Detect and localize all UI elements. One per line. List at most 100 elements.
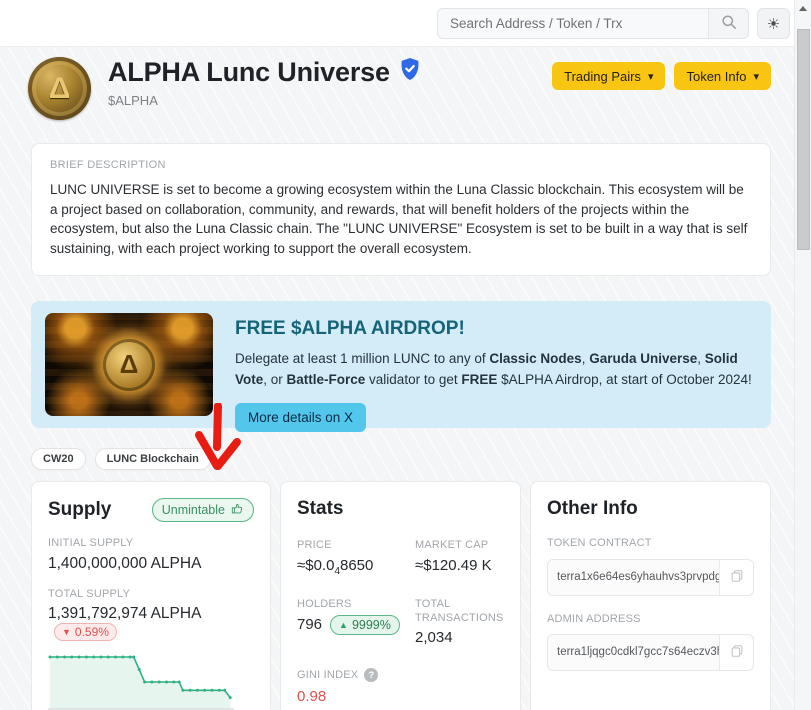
verified-shield-icon — [399, 57, 421, 88]
copy-admin-button[interactable] — [719, 634, 753, 670]
token-contract-value[interactable]: terra1x6e64es6yhauhvs3prvpdg2gk — [548, 560, 719, 595]
price-block: PRICE ≈$0.048650 — [297, 538, 407, 576]
description-text: LUNC UNIVERSE is set to become a growing… — [50, 182, 748, 256]
theme-toggle-button[interactable]: ☀ — [757, 8, 790, 39]
gini-value: 0.98 — [297, 688, 327, 706]
airdrop-text-segment: , — [697, 351, 705, 367]
other-info-card: Other Info TOKEN CONTRACT terra1x6e64es6… — [530, 481, 771, 710]
chevron-down-icon: ▾ — [647, 70, 654, 83]
search-input[interactable] — [438, 9, 708, 38]
token-contract-label: TOKEN CONTRACT — [547, 537, 652, 550]
admin-address-label: ADMIN ADDRESS — [547, 612, 641, 625]
token-logo: Δ — [28, 57, 91, 120]
admin-address-field: terra1ljqgc0cdkl7gcc7s64eczv3hrgg — [547, 633, 754, 671]
holders-number: 796 — [297, 615, 323, 633]
copy-icon — [730, 569, 744, 586]
chevron-down-icon: ▾ — [753, 70, 759, 83]
scrollbar-thumb[interactable] — [797, 29, 810, 250]
total-supply-number: 1,391,792,974 ALPHA — [48, 604, 202, 622]
initial-supply-value: 1,400,000,000 ALPHA — [48, 554, 202, 572]
price-label: PRICE — [297, 539, 332, 552]
page-scrollbar[interactable] — [794, 0, 811, 710]
trading-pairs-button[interactable]: Trading Pairs ▾ — [552, 62, 666, 90]
holders-change-badge: ▲ 9999% — [330, 614, 400, 635]
page-title: ALPHA Lunc Universe — [108, 57, 421, 88]
cards-row: Supply Unmintable INITIAL SUPPLY 1,400,0… — [31, 481, 771, 710]
copy-contract-button[interactable] — [719, 559, 753, 595]
token-contract-field: terra1x6e64es6yhauhvs3prvpdg2gk — [547, 558, 754, 596]
supply-change-value: 0.59% — [74, 624, 109, 639]
price-value: ≈$0.048650 — [297, 557, 407, 577]
total-supply-label: TOTAL SUPPLY — [48, 587, 131, 600]
airdrop-text-segment: $ALPHA Airdrop, at start of October 2024… — [497, 371, 752, 387]
main-content: BRIEF DESCRIPTION LUNC UNIVERSE is set t… — [31, 143, 771, 710]
top-bar: ☀ — [0, 0, 794, 47]
airdrop-text-segment: Garuda Universe — [589, 351, 698, 367]
other-info-title: Other Info — [547, 498, 638, 520]
sun-icon: ☀ — [766, 15, 781, 33]
token-info-label: Token Info — [686, 68, 747, 84]
airdrop-banner: Δ FREE $ALPHA AIRDROP! Delegate at least… — [31, 301, 771, 432]
airdrop-text-segment: Classic Nodes — [489, 351, 582, 367]
initial-supply-label: INITIAL SUPPLY — [48, 537, 134, 550]
holders-change-value: 9999% — [351, 617, 391, 632]
airdrop-image: Δ — [45, 313, 213, 417]
more-details-button[interactable]: More details on X — [235, 402, 367, 432]
scrollbar-up-arrow[interactable] — [795, 0, 811, 16]
token-symbol: $ALPHA — [108, 93, 158, 108]
airdrop-text-segment: , or — [263, 371, 287, 387]
airdrop-text-segment: FREE — [461, 371, 498, 387]
airdrop-body: FREE $ALPHA AIRDROP! Delegate at least 1… — [235, 313, 755, 432]
supply-card: Supply Unmintable INITIAL SUPPLY 1,400,0… — [31, 481, 271, 710]
airdrop-emblem-icon: Δ — [103, 338, 155, 391]
transactions-block: TOTAL TRANSACTIONS 2,034 — [415, 597, 504, 647]
holders-label: HOLDERS — [297, 597, 352, 610]
thumbs-up-icon — [231, 502, 244, 518]
up-triangle-icon — [799, 5, 807, 11]
airdrop-text-segment: Delegate at least 1 million LUNC to any … — [235, 351, 490, 367]
search-button[interactable] — [708, 9, 748, 38]
market-cap-block: MARKET CAP ≈$120.49 K — [415, 538, 504, 576]
token-info-button[interactable]: Token Info ▾ — [674, 62, 771, 90]
holders-block: HOLDERS 796 ▲ 9999% — [297, 597, 407, 647]
total-supply-value: 1,391,792,974 ALPHA ▼ 0.59% — [48, 605, 254, 641]
unmintable-badge: Unmintable — [151, 498, 254, 523]
search-icon — [721, 14, 737, 33]
holders-value: 796 ▲ 9999% — [297, 614, 407, 635]
stats-title: Stats — [297, 498, 344, 520]
header-buttons: Trading Pairs ▾ Token Info ▾ — [552, 62, 771, 90]
supply-chart — [48, 655, 234, 710]
description-card: BRIEF DESCRIPTION LUNC UNIVERSE is set t… — [31, 143, 771, 277]
transactions-value: 2,034 — [415, 629, 453, 647]
gini-block: GINI INDEX ? 0.98 — [297, 668, 504, 705]
airdrop-text: Delegate at least 1 million LUNC to any … — [235, 349, 755, 390]
market-cap-label: MARKET CAP — [415, 539, 489, 552]
search-group — [437, 8, 749, 39]
airdrop-text-segment: validator to get — [365, 371, 462, 387]
price-suffix: 8650 — [340, 556, 374, 574]
token-logo-glyph: Δ — [48, 71, 71, 105]
trading-pairs-label: Trading Pairs — [564, 68, 641, 84]
transactions-label: TOTAL TRANSACTIONS — [415, 597, 504, 624]
title-block: ALPHA Lunc Universe $ALPHA — [108, 57, 421, 108]
supply-change-badge: ▼ 0.59% — [54, 622, 117, 641]
airdrop-title: FREE $ALPHA AIRDROP! — [235, 318, 465, 340]
description-label: BRIEF DESCRIPTION — [50, 159, 166, 171]
tag-lunc-blockchain: LUNC Blockchain — [94, 448, 211, 471]
supply-title: Supply — [48, 499, 112, 521]
price-prefix: ≈$0.0 — [297, 556, 335, 574]
airdrop-text-segment: Battle-Force — [286, 371, 366, 387]
tags-row: CW20 LUNC Blockchain — [31, 448, 771, 471]
question-icon[interactable]: ? — [364, 668, 379, 683]
stats-card: Stats PRICE ≈$0.048650 MARKET CAP ≈$120.… — [280, 481, 521, 710]
supply-chart-wrap — [48, 651, 254, 710]
market-cap-value: ≈$120.49 K — [415, 556, 492, 574]
token-name: ALPHA Lunc Universe — [108, 57, 390, 87]
gini-label: GINI INDEX — [297, 669, 359, 682]
triangle-up-icon: ▲ — [339, 619, 348, 630]
copy-icon — [730, 644, 744, 661]
admin-address-value[interactable]: terra1ljqgc0cdkl7gcc7s64eczv3hrgg — [548, 635, 719, 670]
tag-cw20: CW20 — [31, 448, 86, 471]
triangle-down-icon: ▼ — [62, 626, 71, 637]
unmintable-label: Unmintable — [161, 503, 225, 518]
